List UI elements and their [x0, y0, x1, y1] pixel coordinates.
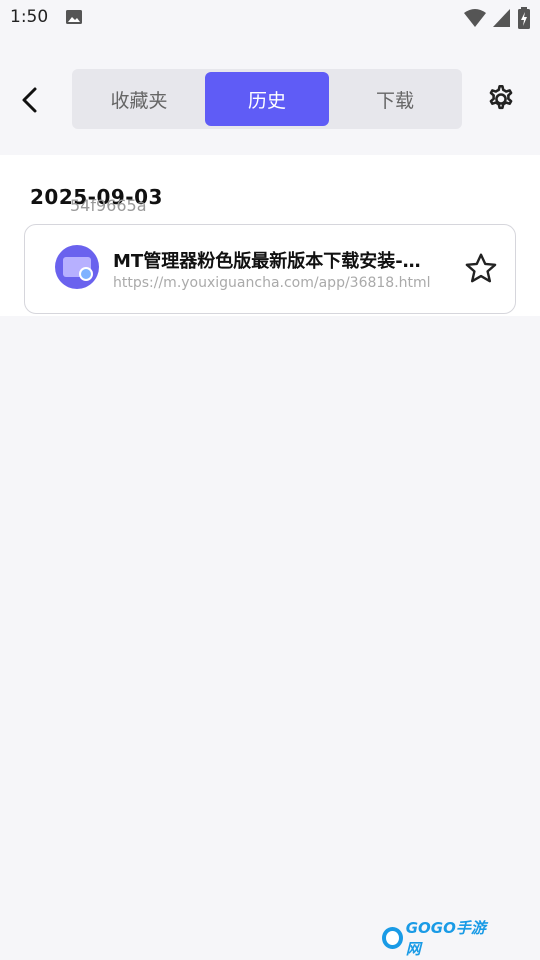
- history-item[interactable]: MT管理器粉色版最新版本下载安装-… https://m.youxiguanch…: [24, 224, 516, 314]
- battery-charging-icon: [518, 7, 530, 29]
- status-icons: [464, 7, 530, 29]
- tab-downloads[interactable]: 下载: [331, 72, 459, 126]
- watermark-text: GOGO手游网: [405, 919, 486, 958]
- tab-history[interactable]: 历史: [205, 72, 329, 126]
- status-bar: 1:50: [0, 0, 540, 36]
- chevron-left-icon: [22, 87, 37, 113]
- status-time: 1:50: [10, 7, 49, 27]
- top-navigation: 收藏夹 历史 下载: [0, 60, 540, 140]
- history-item-title: MT管理器粉色版最新版本下载安装-…: [113, 251, 421, 272]
- watermark: GOGO手游网: [382, 919, 492, 958]
- star-favorite-icon[interactable]: [463, 251, 499, 287]
- site-favicon-icon: [55, 245, 99, 289]
- settings-gear-icon[interactable]: [484, 82, 518, 116]
- history-list: 2025-09-03 54f9665a MT管理器粉色版最新版本下载安装-… h…: [0, 155, 540, 316]
- tab-favorites[interactable]: 收藏夹: [75, 72, 203, 126]
- back-button[interactable]: [14, 82, 44, 118]
- overlay-text: 54f9665a: [70, 196, 147, 215]
- history-item-url: https://m.youxiguancha.com/app/36818.htm…: [113, 275, 431, 291]
- cell-signal-icon: [493, 9, 510, 27]
- gallery-notification-icon: [66, 10, 82, 24]
- watermark-logo-icon: [382, 927, 403, 949]
- tab-group: 收藏夹 历史 下载: [72, 69, 462, 129]
- wifi-icon: [464, 9, 486, 27]
